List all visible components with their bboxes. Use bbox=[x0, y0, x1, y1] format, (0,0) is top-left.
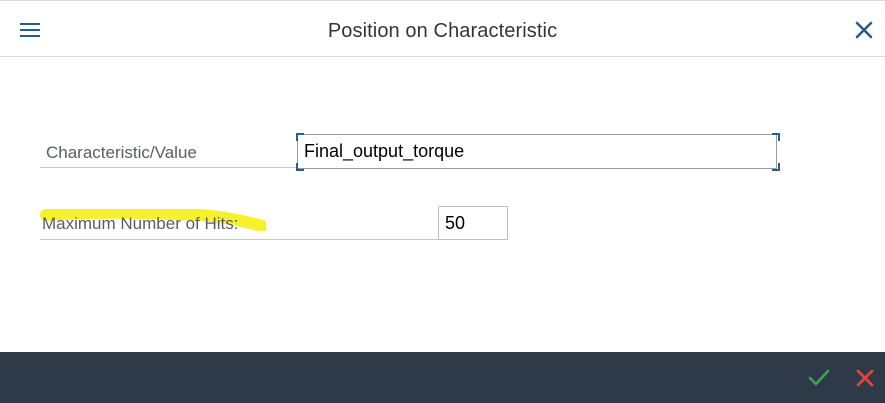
checkmark-icon bbox=[808, 369, 830, 386]
focus-corner bbox=[296, 163, 304, 171]
dialog-footer bbox=[0, 352, 885, 403]
position-dialog: Position on Characteristic Characteristi… bbox=[0, 0, 885, 403]
max-hits-input[interactable] bbox=[438, 206, 508, 240]
max-hits-label: Maximum Number of Hits: bbox=[42, 214, 239, 233]
focus-corner bbox=[296, 133, 304, 141]
close-icon[interactable] bbox=[853, 19, 875, 41]
confirm-button[interactable] bbox=[806, 366, 832, 390]
dialog-header: Position on Characteristic bbox=[0, 0, 885, 57]
cancel-x-icon bbox=[856, 369, 874, 387]
characteristic-divider bbox=[40, 167, 298, 168]
max-hits-divider bbox=[40, 239, 438, 240]
dialog-title: Position on Characteristic bbox=[327, 20, 558, 42]
cancel-button[interactable] bbox=[853, 366, 877, 390]
focus-corner bbox=[772, 133, 780, 141]
focus-corner bbox=[772, 163, 780, 171]
characteristic-label: Characteristic/Value bbox=[46, 143, 197, 162]
characteristic-input[interactable] bbox=[297, 134, 777, 169]
